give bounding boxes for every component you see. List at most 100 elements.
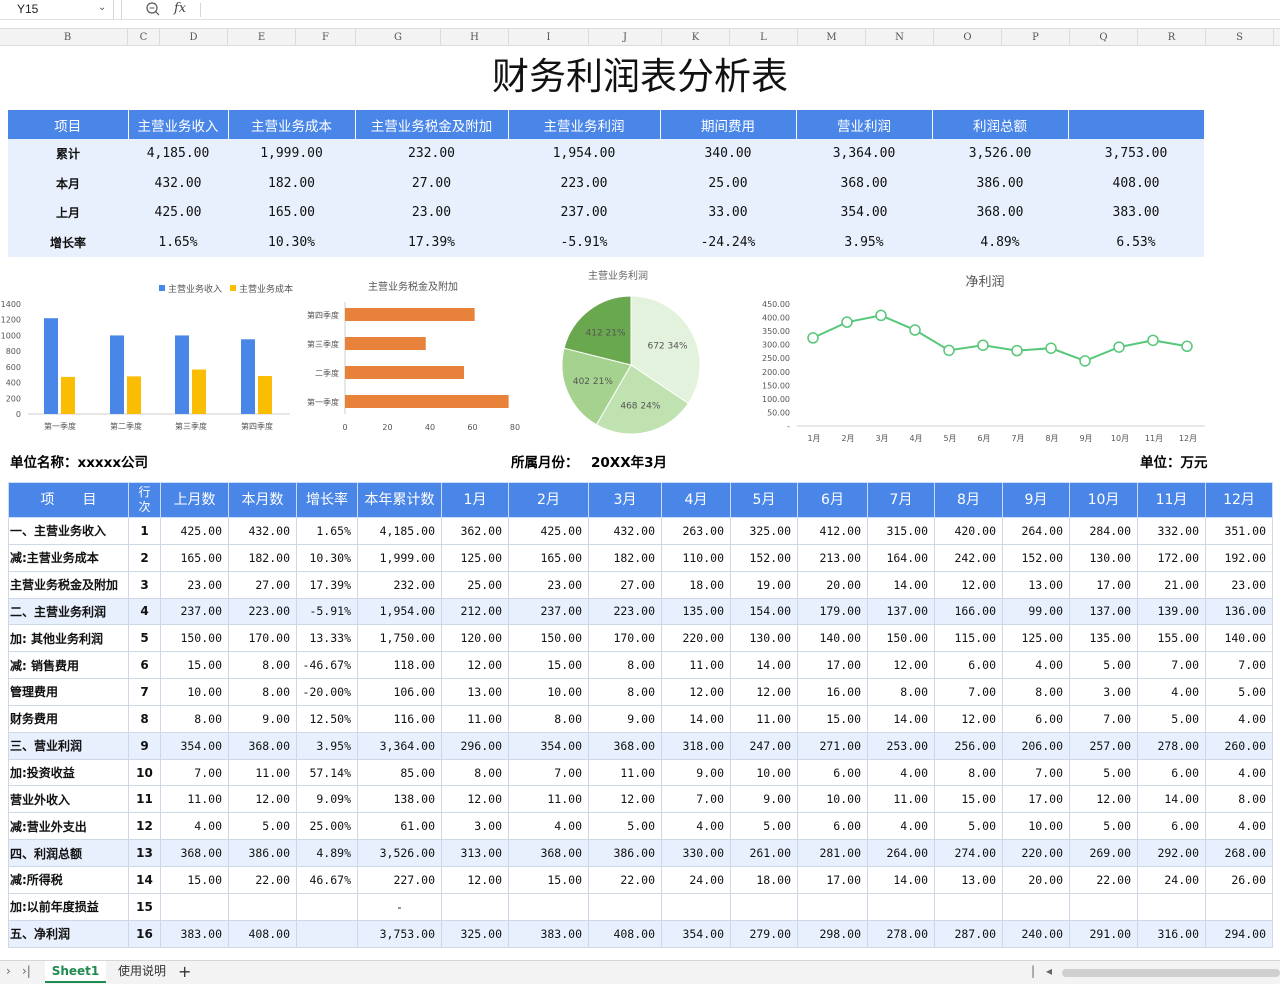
row-number[interactable]: 15 [128, 892, 161, 921]
table-cell[interactable]: 15.00 [160, 865, 229, 894]
summary-cell[interactable]: 386.00 [932, 168, 1068, 198]
table-cell[interactable]: 6.00 [797, 812, 868, 841]
table-cell[interactable]: 9.00 [661, 758, 731, 787]
row-number[interactable]: 5 [128, 624, 161, 653]
table-cell[interactable]: 8.00 [160, 704, 229, 733]
last-sheet-icon[interactable]: ›| [22, 964, 31, 978]
table-cell[interactable]: 3,526.00 [357, 839, 442, 867]
table-cell[interactable]: 165.00 [508, 543, 589, 572]
detail-header-cell[interactable]: 10月 [1069, 482, 1138, 518]
chevron-down-icon[interactable]: ⌄ [98, 2, 106, 13]
row-label[interactable]: 营业外收入 [8, 785, 129, 814]
table-cell[interactable]: 165.00 [160, 543, 229, 572]
table-cell[interactable]: 57.14% [296, 758, 358, 787]
detail-header-cell[interactable]: 2月 [508, 482, 589, 518]
table-cell[interactable]: 17.00 [1002, 785, 1070, 814]
table-cell[interactable]: 4.00 [867, 758, 935, 787]
table-cell[interactable]: 12.00 [934, 570, 1003, 599]
table-cell[interactable]: 1.65% [296, 517, 358, 545]
table-cell[interactable] [296, 892, 358, 921]
summary-row-label[interactable]: 累计 [8, 139, 128, 169]
table-cell[interactable]: 21.00 [1137, 570, 1206, 599]
summary-cell[interactable]: 17.39% [355, 227, 508, 257]
column-header[interactable]: J [589, 29, 662, 46]
summary-cell[interactable]: 10.30% [228, 227, 355, 257]
table-cell[interactable]: 115.00 [934, 624, 1003, 653]
table-cell[interactable]: 11.00 [588, 758, 662, 787]
table-cell[interactable]: 179.00 [797, 597, 868, 626]
table-cell[interactable]: 182.00 [228, 543, 297, 572]
table-cell[interactable]: 332.00 [1137, 517, 1206, 545]
detail-header-cell[interactable]: 本月数 [228, 482, 297, 518]
table-cell[interactable]: 7.00 [1137, 651, 1206, 680]
table-cell[interactable]: 1,750.00 [357, 624, 442, 653]
table-cell[interactable] [1205, 892, 1273, 921]
detail-header-cell[interactable]: 增长率 [296, 482, 358, 518]
table-cell[interactable]: 368.00 [160, 839, 229, 867]
table-cell[interactable]: 206.00 [1002, 731, 1070, 760]
table-cell[interactable]: 220.00 [661, 624, 731, 653]
row-number[interactable]: 2 [128, 543, 161, 572]
table-cell[interactable]: 140.00 [1205, 624, 1273, 653]
table-cell[interactable] [228, 892, 297, 921]
table-cell[interactable]: 135.00 [661, 597, 731, 626]
detail-header-cell[interactable]: 本年累计数 [357, 482, 442, 518]
table-cell[interactable]: 237.00 [160, 597, 229, 626]
summary-cell[interactable]: 1,954.00 [508, 139, 660, 169]
table-cell[interactable]: 25.00% [296, 812, 358, 841]
row-label[interactable]: 减:主营业务成本 [8, 543, 129, 572]
table-cell[interactable]: 24.00 [1137, 865, 1206, 894]
detail-header-cell[interactable]: 3月 [588, 482, 662, 518]
table-cell[interactable]: 354.00 [661, 919, 731, 948]
table-cell[interactable]: 5.00 [1069, 758, 1138, 787]
table-cell[interactable]: 17.00 [1069, 570, 1138, 599]
table-cell[interactable]: 330.00 [661, 839, 731, 867]
table-cell[interactable]: 4.00 [508, 812, 589, 841]
column-header[interactable]: S [1206, 29, 1274, 46]
table-cell[interactable]: 16.00 [797, 678, 868, 706]
table-cell[interactable]: 164.00 [867, 543, 935, 572]
table-cell[interactable]: 318.00 [661, 731, 731, 760]
table-cell[interactable]: 4.00 [661, 812, 731, 841]
summary-header-cell[interactable]: 营业利润 [796, 110, 933, 139]
table-cell[interactable]: 12.00 [441, 865, 509, 894]
summary-cell[interactable]: 3.95% [796, 227, 932, 257]
table-cell[interactable]: 15.00 [797, 704, 868, 733]
table-cell[interactable]: 12.00 [228, 785, 297, 814]
table-cell[interactable]: 12.00 [441, 651, 509, 680]
table-cell[interactable] [867, 892, 935, 921]
summary-cell[interactable]: 223.00 [508, 168, 660, 198]
table-cell[interactable]: 8.00 [228, 678, 297, 706]
table-cell[interactable]: 315.00 [867, 517, 935, 545]
table-cell[interactable]: 5.00 [1205, 678, 1273, 706]
table-cell[interactable]: 6.00 [797, 758, 868, 787]
summary-header-cell[interactable]: 利润总额 [932, 110, 1069, 139]
table-cell[interactable]: 3,364.00 [357, 731, 442, 760]
summary-cell[interactable]: 1.65% [128, 227, 228, 257]
summary-cell[interactable]: 3,526.00 [932, 139, 1068, 169]
table-cell[interactable]: 278.00 [1137, 731, 1206, 760]
summary-cell[interactable]: 232.00 [355, 139, 508, 169]
table-cell[interactable]: 223.00 [588, 597, 662, 626]
table-cell[interactable]: 23.00 [508, 570, 589, 599]
summary-header-cell[interactable]: 主营业务利润 [508, 110, 661, 139]
table-cell[interactable]: 61.00 [357, 812, 442, 841]
table-cell[interactable]: 17.00 [797, 865, 868, 894]
table-cell[interactable]: 130.00 [1069, 543, 1138, 572]
table-cell[interactable]: 5.00 [934, 812, 1003, 841]
row-number[interactable]: 9 [128, 731, 161, 760]
table-cell[interactable]: 130.00 [730, 624, 798, 653]
summary-cell[interactable]: 4.89% [932, 227, 1068, 257]
summary-cell[interactable]: 368.00 [796, 168, 932, 198]
summary-cell[interactable]: 237.00 [508, 198, 660, 228]
table-cell[interactable]: 12.00 [934, 704, 1003, 733]
table-cell[interactable]: 11.00 [160, 785, 229, 814]
summary-cell[interactable]: 165.00 [228, 198, 355, 228]
table-cell[interactable]: 362.00 [441, 517, 509, 545]
table-cell[interactable]: 7.00 [1205, 651, 1273, 680]
table-cell[interactable]: 260.00 [1205, 731, 1273, 760]
detail-header-cell[interactable]: 上月数 [160, 482, 229, 518]
column-header[interactable]: K [662, 29, 730, 46]
table-cell[interactable]: 11.00 [441, 704, 509, 733]
row-label[interactable]: 五、净利润 [8, 919, 129, 948]
